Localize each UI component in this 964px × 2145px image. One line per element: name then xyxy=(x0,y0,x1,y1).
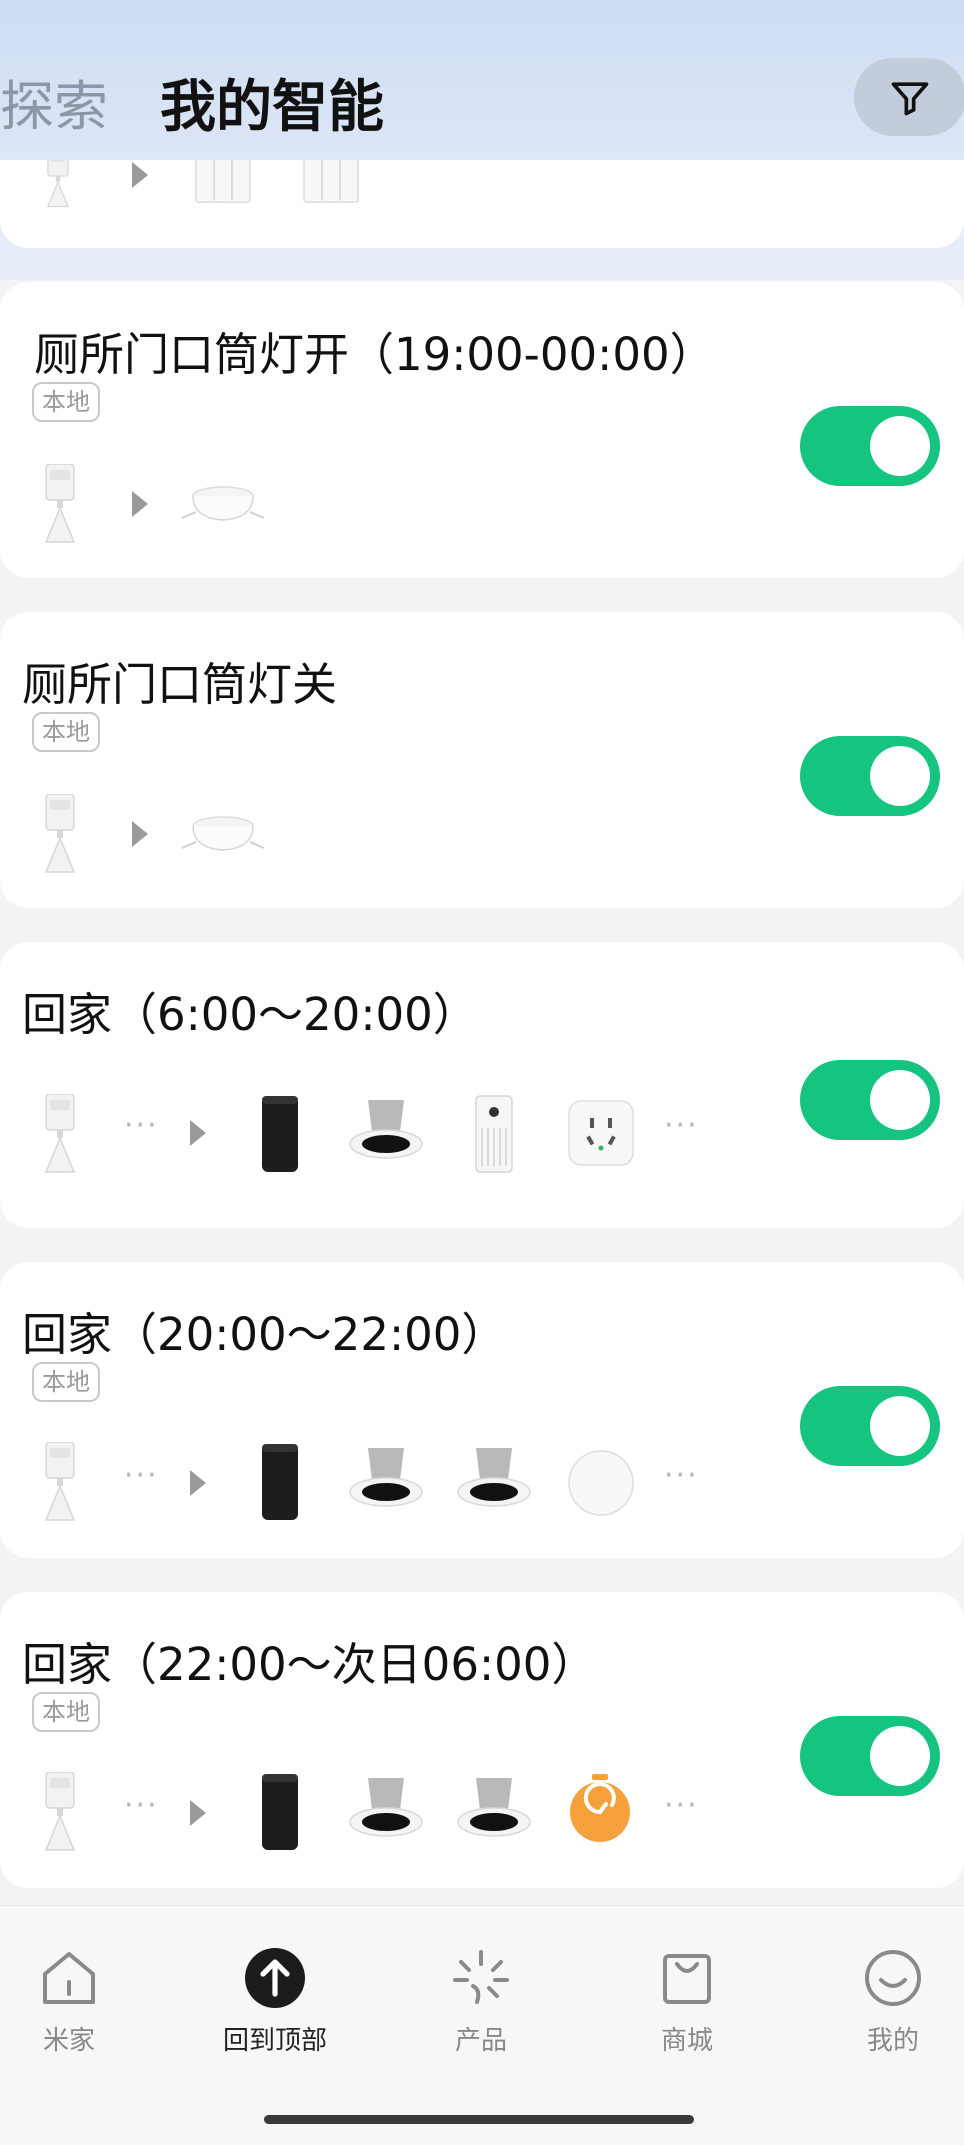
scene-title: 厕所门口筒灯开（19:00-00:00） xyxy=(34,328,715,381)
scene-title: 回家（22:00～次日06:00） xyxy=(22,1638,597,1691)
toggle-knob xyxy=(870,1396,930,1456)
arrow-icon xyxy=(132,491,148,517)
motion-sensor-icon xyxy=(40,1094,80,1174)
smart-speaker-icon xyxy=(258,1772,302,1852)
arrow-icon xyxy=(190,1120,206,1146)
timer-icon xyxy=(568,1774,632,1844)
more-dots: ··· xyxy=(124,1108,159,1143)
spotlight-icon xyxy=(454,1446,534,1516)
arrow-icon xyxy=(190,1470,206,1496)
nav-item-products[interactable]: 产品 xyxy=(406,1946,556,2057)
nav-label: 米家 xyxy=(42,2026,95,2056)
tab-my-smart[interactable]: 我的智能 xyxy=(160,62,384,143)
toggle-knob xyxy=(870,1070,930,1130)
smile-icon xyxy=(865,1950,921,2006)
sparkle-icon xyxy=(453,1950,509,2004)
top-header: 探索 我的智能 xyxy=(0,0,964,160)
local-badge: 本地 xyxy=(32,382,100,422)
nav-item-profile[interactable]: 我的 xyxy=(818,1946,964,2057)
air-purifier-icon xyxy=(472,1094,516,1174)
local-badge: 本地 xyxy=(32,1362,100,1402)
scene-toggle[interactable] xyxy=(800,1060,940,1140)
local-badge: 本地 xyxy=(32,712,100,752)
motion-sensor-icon xyxy=(40,1442,80,1522)
nav-item-back-to-top[interactable]: 回到顶部 xyxy=(200,1946,350,2057)
bottom-nav: 米家 回到顶部 产品 商城 我的 xyxy=(0,1905,964,2145)
shopping-bag-icon xyxy=(663,1954,711,2004)
arrow-icon xyxy=(190,1800,206,1826)
scene-card[interactable]: 厕所门口筒灯开（19:00-00:00） 本地 xyxy=(0,282,964,578)
smart-speaker-icon xyxy=(258,1442,302,1522)
more-dots: ··· xyxy=(124,1788,159,1823)
spotlight-icon xyxy=(454,1776,534,1846)
scene-title: 厕所门口筒灯关 xyxy=(22,658,338,711)
scene-toggle[interactable] xyxy=(800,736,940,816)
scene-title: 回家（20:00～22:00） xyxy=(22,1308,507,1361)
tab-explore[interactable]: 探索 xyxy=(0,62,108,141)
scene-toggle[interactable] xyxy=(800,1386,940,1466)
arrow-icon xyxy=(132,821,148,847)
scene-card[interactable]: 回家（6:00～20:00） ··· ··· xyxy=(0,942,964,1228)
scene-toggle[interactable] xyxy=(800,1716,940,1796)
filter-icon xyxy=(891,82,929,116)
filter-button[interactable] xyxy=(854,58,964,136)
scene-card[interactable]: 回家（22:00～次日06:00） 本地 ··· ··· xyxy=(0,1592,964,1888)
more-dots: ··· xyxy=(664,1108,699,1143)
more-dots: ··· xyxy=(664,1458,699,1493)
smart-speaker-icon xyxy=(258,1094,302,1174)
spotlight-icon xyxy=(346,1098,426,1168)
downlight-icon xyxy=(178,478,268,528)
spotlight-icon xyxy=(346,1776,426,1846)
downlight-icon xyxy=(178,808,268,858)
scene-card[interactable]: 厕所门口筒灯关 本地 xyxy=(0,612,964,908)
local-badge: 本地 xyxy=(32,1692,100,1732)
more-dots: ··· xyxy=(124,1458,159,1493)
nav-item-home[interactable]: 米家 xyxy=(0,1946,144,2057)
house-icon xyxy=(43,1952,95,2004)
nav-label: 我的 xyxy=(866,2026,919,2056)
toggle-knob xyxy=(870,416,930,476)
scene-toggle[interactable] xyxy=(800,406,940,486)
nav-label: 产品 xyxy=(454,2026,507,2056)
toggle-knob xyxy=(870,746,930,806)
home-indicator[interactable] xyxy=(264,2115,694,2124)
motion-sensor-icon xyxy=(40,1772,80,1852)
arrow-up-icon xyxy=(245,1948,305,2008)
scene-card[interactable]: 回家（20:00～22:00） 本地 ··· ··· xyxy=(0,1262,964,1558)
motion-sensor-icon xyxy=(40,464,80,544)
round-light-icon xyxy=(566,1448,636,1518)
toggle-knob xyxy=(870,1726,930,1786)
motion-sensor-icon xyxy=(40,794,80,874)
arrow-icon xyxy=(132,162,148,188)
scene-title: 回家（6:00～20:00） xyxy=(22,988,478,1041)
nav-label: 商城 xyxy=(660,2026,713,2056)
nav-label: 回到顶部 xyxy=(222,2026,327,2056)
smart-plug-icon xyxy=(566,1098,636,1168)
nav-item-mall[interactable]: 商城 xyxy=(612,1946,762,2057)
more-dots: ··· xyxy=(664,1788,699,1823)
spotlight-icon xyxy=(346,1446,426,1516)
